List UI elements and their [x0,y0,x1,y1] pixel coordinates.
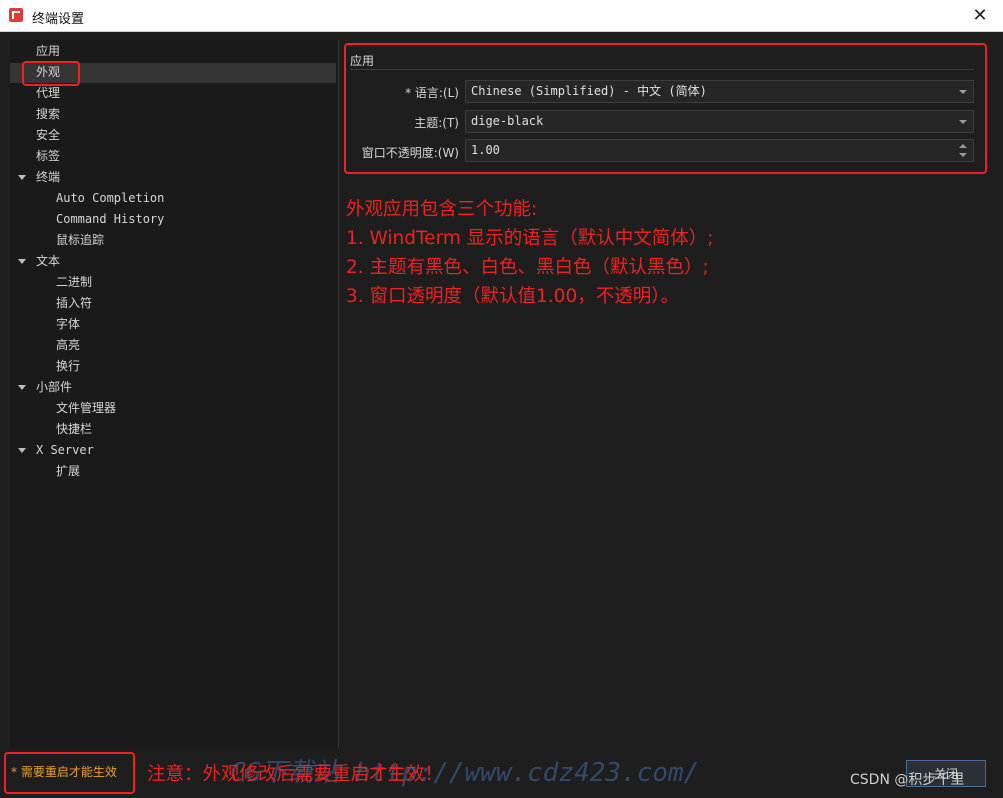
tree-item[interactable]: 文本 [36,251,60,271]
tree-item[interactable]: 代理 [36,83,60,103]
tree-item[interactable]: 扩展 [56,461,80,481]
tree-item[interactable]: 插入符 [56,293,92,313]
expand-arrow-icon[interactable] [18,385,26,390]
tree-item[interactable]: 终端 [36,167,60,187]
tree-item[interactable]: 二进制 [56,272,92,292]
annotation-line: 外观应用包含三个功能: [346,199,538,220]
highlight-box-appearance [22,61,80,86]
tree-item[interactable]: 高亮 [56,335,80,355]
language-label: * 语言:(L) [405,86,459,100]
tree-item[interactable]: 安全 [36,125,60,145]
section-divider [350,69,974,70]
tree-item[interactable]: 文件管理器 [56,398,116,418]
title-bar: 终端设置 ✕ [0,0,1003,32]
opacity-label: 窗口不透明度:(W) [361,146,459,160]
window-title: 终端设置 [32,12,85,27]
language-value: Chinese (Simplified) - 中文 (简体) [471,84,707,98]
opacity-value: 1.00 [471,143,500,157]
language-select[interactable]: Chinese (Simplified) - 中文 (简体) [465,80,974,103]
tree-item[interactable]: 应用 [36,41,60,61]
tree-item[interactable]: X Server [36,440,94,460]
csdn-watermark: CSDN @积步千里 [850,772,965,788]
annotation-line: 3. 窗口透明度（默认值1.00，不透明）。 [346,286,679,307]
tree-item[interactable]: 字体 [56,314,80,334]
tree-item[interactable]: 小部件 [36,377,72,397]
expand-arrow-icon[interactable] [18,448,26,453]
theme-value: dige-black [471,114,544,128]
tree-item[interactable]: Auto Completion [56,188,164,208]
tree-item[interactable]: Command History [56,209,164,229]
chevron-down-icon [959,90,967,94]
annotation-line: 1. WindTerm 显示的语言（默认中文简体）; [346,228,714,249]
expand-arrow-icon[interactable] [18,259,26,264]
chevron-up-icon[interactable] [959,144,967,148]
theme-select[interactable]: dige-black [465,110,974,133]
tree-item[interactable]: 快捷栏 [56,419,92,439]
restart-notice: 注意：外观修改后需要重启才生效！ [147,764,444,785]
restart-note: * 需要重启才能生效 [11,765,117,779]
tree-item[interactable]: 标签 [36,146,60,166]
chevron-down-icon [959,120,967,124]
expand-arrow-icon[interactable] [18,175,26,180]
settings-window: 终端设置 ✕ 应用 外观 代理 搜索 安全 标签 终端 Auto Completion Comm… [0,0,1003,798]
annotation-line: 2. 主题有黑色、白色、黑白色（默认黑色）; [346,257,709,278]
tree-item[interactable]: 换行 [56,356,80,376]
app-icon [9,8,23,22]
opacity-spinbox[interactable]: 1.00 [465,139,974,162]
tree-item[interactable]: 鼠标追踪 [56,230,104,250]
chevron-down-icon[interactable] [959,153,967,157]
tree-item[interactable]: 搜索 [36,104,60,124]
section-title: 应用 [350,54,375,68]
close-icon[interactable]: ✕ [957,0,1003,31]
theme-label: 主题:(T) [414,116,459,130]
